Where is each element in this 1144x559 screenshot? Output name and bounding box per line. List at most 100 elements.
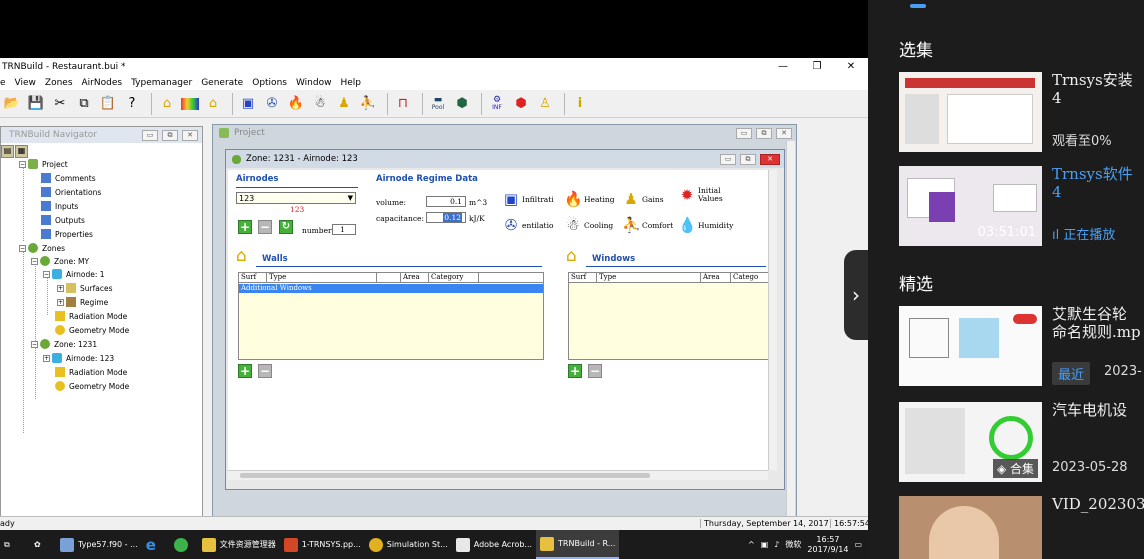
infiltration-icon[interactable]: ▣ [238, 94, 258, 114]
walls-table[interactable]: Surf Type Area Category Additional Windo… [238, 272, 544, 360]
add-airnode-button[interactable]: + [238, 220, 252, 234]
capacitance-field[interactable]: 0.12 [426, 212, 466, 223]
next-arrow-button[interactable]: › [844, 250, 868, 340]
heating-icon[interactable]: 🔥 [286, 94, 306, 114]
remove-window-button[interactable]: − [588, 364, 602, 378]
gains-icon[interactable]: ♟ [334, 94, 354, 114]
edge-icon[interactable]: e [142, 530, 170, 559]
navigator-minimize-button[interactable]: ▭ [142, 129, 158, 141]
tree-zone-1231[interactable]: − Zone: 1231 [31, 339, 97, 349]
tree-airnode-1[interactable]: − Airnode: 1 [43, 269, 105, 279]
house-blue-icon[interactable]: ⌂ [203, 94, 223, 114]
menu-window[interactable]: Window [296, 78, 332, 88]
tree-geometry-mode-2[interactable]: Geometry Mode [55, 381, 129, 391]
task-type57[interactable]: Type57.f90 - ... [56, 530, 142, 559]
heating-button[interactable]: 🔥 Heating [564, 190, 615, 208]
menu-typemanager[interactable]: Typemanager [131, 78, 192, 88]
volume-icon[interactable]: ♪ [774, 540, 779, 549]
task-acrobat[interactable]: Adobe Acrob... [452, 530, 536, 559]
tree-regime[interactable]: + Regime [57, 297, 108, 307]
cut-icon[interactable]: ✂ [50, 94, 70, 114]
schedule-icon[interactable]: ⊓ [393, 94, 413, 114]
close-button[interactable]: ✕ [834, 61, 868, 72]
comfort-icon[interactable]: ⛹ [358, 94, 378, 114]
collapse-icon[interactable]: − [31, 257, 38, 265]
gains-button[interactable]: ♟ Gains [622, 190, 663, 208]
navigator-close-button[interactable]: ✕ [182, 129, 198, 141]
tree-zones[interactable]: − Zones [19, 243, 65, 253]
tree-airnode-123[interactable]: + Airnode: 123 [43, 353, 114, 363]
collapse-icon[interactable]: − [43, 270, 50, 278]
info-icon[interactable]: i [570, 94, 590, 114]
zone-minimize-button[interactable]: ▭ [720, 153, 736, 165]
nav-tool-icon[interactable]: ▤ [1, 144, 14, 158]
clock[interactable]: 16:57 2017/9/14 [807, 535, 848, 555]
menu-help[interactable]: Help [340, 78, 361, 88]
menu-options[interactable]: Options [252, 78, 287, 88]
tree-outputs[interactable]: Outputs [41, 215, 85, 225]
number-field[interactable]: 1 [332, 224, 356, 235]
video-thumbnail[interactable] [899, 306, 1042, 386]
add-window-button[interactable]: + [568, 364, 582, 378]
ventilation-icon[interactable]: ✇ [262, 94, 282, 114]
collapse-icon[interactable]: − [19, 244, 26, 252]
task-simulation[interactable]: Simulation St... [365, 530, 452, 559]
task-view-icon[interactable]: ⧉ [0, 530, 30, 559]
video-title[interactable]: 汽车电机设 [1052, 402, 1127, 419]
video-thumbnail[interactable]: ◈ 合集 [899, 402, 1042, 482]
inf-icon[interactable]: ⚙ INF [487, 94, 507, 114]
notification-icon[interactable]: ▭ [854, 540, 862, 549]
menu-file[interactable]: e [0, 78, 6, 88]
cube-icon[interactable]: ⬢ [452, 94, 472, 114]
menu-zones[interactable]: Zones [45, 78, 73, 88]
remove-airnode-button[interactable]: − [258, 220, 272, 234]
pool-icon[interactable]: ▬ Pool [428, 94, 448, 114]
network-icon[interactable]: ▣ [761, 540, 769, 549]
copy-icon[interactable]: ⧉ [74, 94, 94, 114]
video-thumbnail[interactable]: 03:51:01 [899, 166, 1042, 246]
zone-horizontal-scrollbar[interactable] [228, 470, 768, 480]
zone-close-button[interactable]: ✕ [760, 153, 780, 165]
tree-project[interactable]: − Project [19, 159, 68, 169]
tree-surfaces[interactable]: + Surfaces [57, 283, 112, 293]
airnode-select[interactable]: 123 ▼ [236, 192, 356, 204]
nav-tool-icon[interactable]: ▦ [15, 144, 28, 158]
open-icon[interactable]: 📂 [2, 94, 22, 114]
initial-values-button[interactable]: ✹ Initial Values [678, 186, 723, 204]
add-wall-button[interactable]: + [238, 364, 252, 378]
help-icon[interactable]: ? [122, 94, 142, 114]
save-icon[interactable]: 💾 [26, 94, 46, 114]
zone-vertical-scrollbar[interactable] [768, 170, 777, 470]
refresh-airnode-button[interactable]: ↻ [279, 220, 293, 234]
house-icon[interactable]: ⌂ [157, 94, 177, 114]
table-row[interactable]: Additional Windows [239, 284, 543, 293]
menu-view[interactable]: View [15, 78, 36, 88]
task-trnbuild[interactable]: TRNBuild - R... [536, 530, 620, 559]
navigator-restore-button[interactable]: ⧉ [162, 129, 178, 141]
app-icon[interactable]: ✿ [30, 530, 56, 559]
project-close-button[interactable]: ✕ [776, 127, 792, 139]
project-vertical-scrollbar[interactable] [786, 141, 795, 548]
expand-icon[interactable]: + [43, 354, 50, 362]
video-title[interactable]: Trnsys软件 [1052, 166, 1133, 183]
comfort-button[interactable]: ⛹ Comfort [622, 216, 673, 234]
collapse-icon[interactable]: − [19, 160, 26, 168]
menu-airnodes[interactable]: AirNodes [82, 78, 123, 88]
scroll-thumb[interactable] [240, 473, 650, 478]
video-title[interactable]: VID_202303 [1052, 496, 1144, 513]
browser-icon[interactable] [170, 530, 198, 559]
tree-zone-my[interactable]: − Zone: MY [31, 256, 89, 266]
maximize-button[interactable]: ❐ [800, 61, 834, 72]
humidity-button[interactable]: 💧 Humidity [678, 216, 733, 234]
ime-indicator[interactable]: 微软 [785, 539, 801, 550]
video-thumbnail[interactable] [899, 496, 1042, 559]
tree-radiation-mode-2[interactable]: Radiation Mode [55, 367, 127, 377]
menu-generate[interactable]: Generate [201, 78, 243, 88]
volume-field[interactable]: 0.1 [426, 196, 466, 207]
project-restore-button[interactable]: ⧉ [756, 127, 772, 139]
video-thumbnail[interactable] [899, 72, 1042, 152]
infiltration-button[interactable]: ▣ Infiltrati [502, 190, 554, 208]
expand-icon[interactable]: + [57, 284, 64, 292]
tree-geometry-mode-1[interactable]: Geometry Mode [55, 325, 129, 335]
video-title[interactable]: Trnsys安装 [1052, 72, 1133, 89]
